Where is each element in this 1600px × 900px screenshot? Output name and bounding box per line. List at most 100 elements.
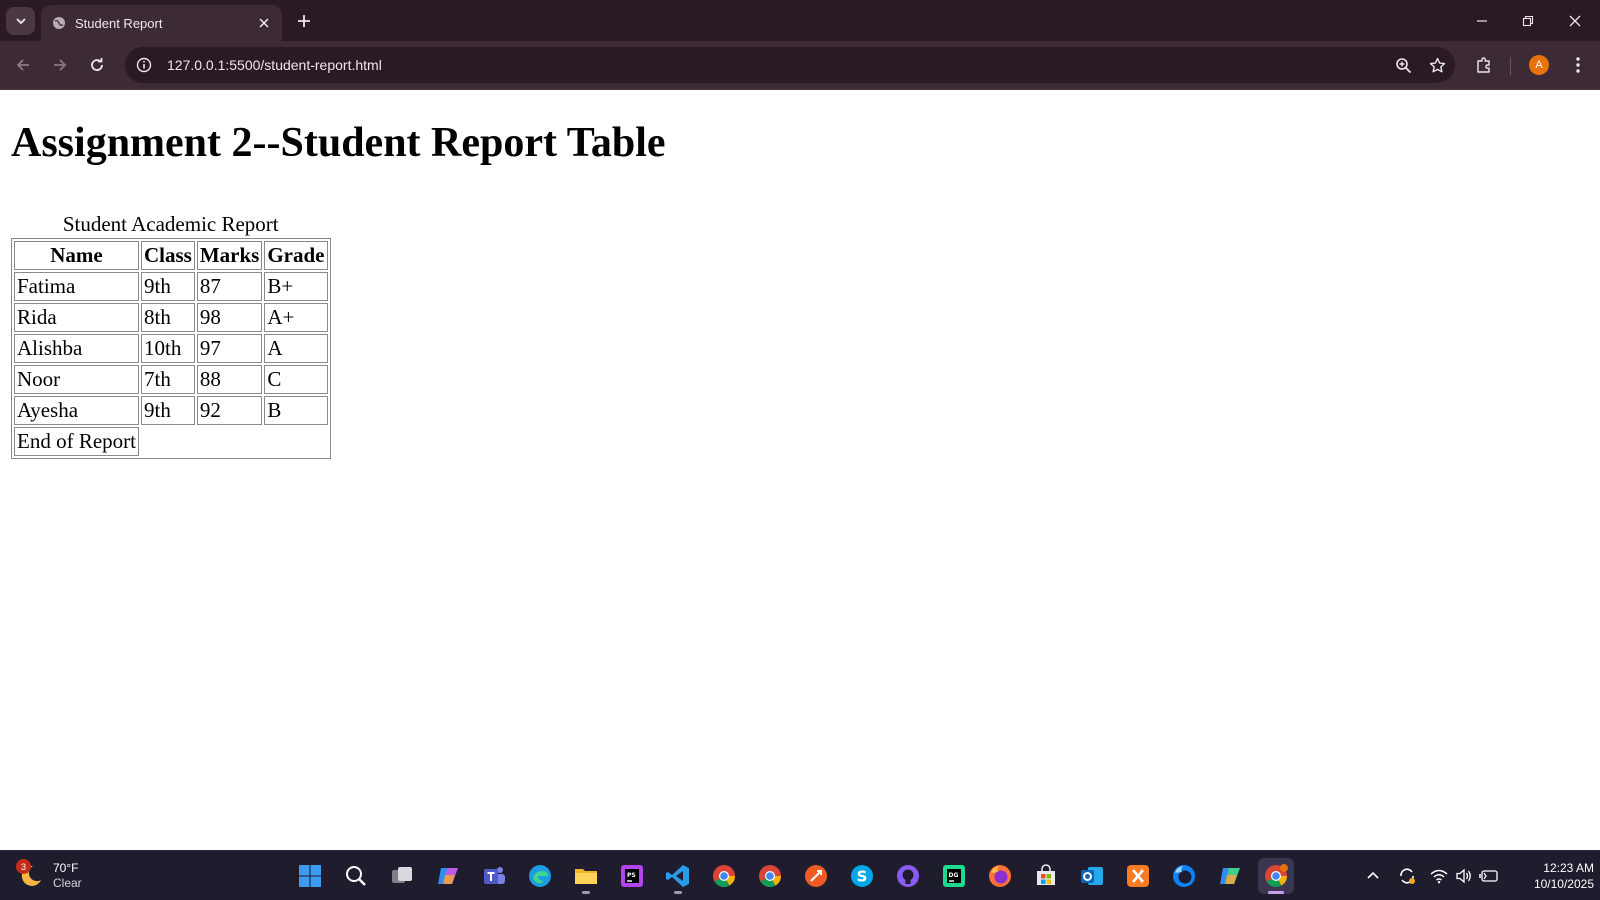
taskbar-app-skype[interactable]: S — [844, 858, 880, 894]
taskbar-app-microsoft-store[interactable] — [1028, 858, 1064, 894]
windows-logo-icon — [299, 865, 321, 887]
restore-window-button[interactable] — [1505, 0, 1551, 41]
taskbar-app-github-desktop[interactable] — [890, 858, 926, 894]
vscode-icon — [666, 865, 689, 887]
chrome-icon — [759, 865, 781, 887]
github-icon — [897, 865, 919, 887]
back-button[interactable] — [7, 49, 39, 81]
profile-button[interactable]: A — [1523, 49, 1555, 81]
more-vertical-icon — [1576, 57, 1580, 73]
cell-marks: 98 — [196, 303, 263, 332]
url-text: 127.0.0.1:5500/student-report.html — [167, 57, 382, 73]
table-header-row: Name Class Marks Grade — [14, 241, 328, 270]
tab-search-button[interactable] — [6, 7, 35, 35]
taskbar-app-datagrip[interactable]: DG — [936, 858, 972, 894]
cell-grade: B — [264, 396, 328, 425]
show-hidden-icons-button[interactable] — [1361, 863, 1385, 889]
taskbar-app-xampp[interactable] — [1120, 858, 1156, 894]
cell-class: 7th — [140, 365, 195, 394]
extensions-button[interactable] — [1468, 49, 1500, 81]
chevron-up-icon — [1367, 871, 1379, 879]
cell-grade: C — [264, 365, 328, 394]
page-title: Assignment 2--Student Report Table — [11, 120, 666, 166]
restore-icon — [1522, 15, 1534, 26]
firefox-icon — [989, 865, 1011, 887]
weather-condition: Clear — [53, 876, 82, 890]
battery-button[interactable] — [1477, 863, 1501, 889]
svg-text:PS: PS — [627, 872, 636, 879]
table-row: Fatima 9th 87 B+ — [14, 272, 328, 301]
table-row: Rida 8th 98 A+ — [14, 303, 328, 332]
cell-marks: 87 — [196, 272, 263, 301]
table-row: Ayesha 9th 92 B — [14, 396, 328, 425]
column-header-name: Name — [14, 241, 139, 270]
running-indicator — [1268, 891, 1284, 894]
cell-marks: 97 — [196, 334, 263, 363]
edge-icon — [529, 865, 551, 887]
system-clock[interactable]: 12:23 AM 10/10/2025 — [1508, 860, 1594, 892]
forward-button[interactable] — [44, 49, 76, 81]
site-info-button[interactable] — [128, 49, 160, 81]
bookmark-button[interactable] — [1421, 49, 1453, 81]
browser-toolbar: 127.0.0.1:5500/student-report.html A — [0, 41, 1600, 90]
moon-icon: 3 — [16, 859, 44, 889]
tab-title: Student Report — [75, 15, 163, 31]
taskbar-app-copilot[interactable] — [430, 858, 466, 894]
cell-class: 8th — [140, 303, 195, 332]
column-header-class: Class — [140, 241, 195, 270]
taskbar-app-chrome-active[interactable] — [1258, 858, 1294, 894]
browser-menu-button[interactable] — [1562, 49, 1594, 81]
taskbar-app-file-explorer[interactable] — [568, 858, 604, 894]
taskbar-app-copilot-m365[interactable] — [1212, 858, 1248, 894]
taskbar-app-edge[interactable] — [522, 858, 558, 894]
address-bar[interactable]: 127.0.0.1:5500/student-report.html — [125, 47, 1455, 83]
taskbar-app-chrome-profile[interactable] — [752, 858, 788, 894]
datagrip-icon: DG — [943, 865, 965, 887]
close-window-button[interactable] — [1552, 0, 1598, 41]
zoom-button[interactable] — [1387, 49, 1419, 81]
minimize-window-button[interactable] — [1459, 0, 1505, 41]
taskbar-app-chrome[interactable] — [706, 858, 742, 894]
taskbar-app-outlook[interactable] — [1074, 858, 1110, 894]
taskbar-app-phpstorm[interactable]: PS — [614, 858, 650, 894]
weather-temperature: 70°F — [53, 861, 79, 875]
column-header-grade: Grade — [264, 241, 328, 270]
weather-text: 70°F Clear — [53, 861, 82, 891]
search-icon — [346, 866, 366, 886]
taskbar-app-vscode[interactable] — [660, 858, 696, 894]
task-view-icon — [392, 867, 412, 883]
column-header-marks: Marks — [196, 241, 263, 270]
table-footer-row: End of Report — [14, 427, 328, 456]
cell-class: 10th — [140, 334, 195, 363]
outlook-icon — [1081, 867, 1103, 885]
taskbar-app-firefox[interactable] — [982, 858, 1018, 894]
cell-grade: A+ — [264, 303, 328, 332]
cell-marks: 92 — [196, 396, 263, 425]
cell-name: Noor — [14, 365, 139, 394]
volume-button[interactable] — [1452, 863, 1476, 889]
new-tab-button[interactable] — [291, 9, 317, 33]
network-button[interactable] — [1427, 863, 1451, 889]
tab-close-button[interactable] — [252, 11, 276, 35]
task-view-button[interactable] — [384, 858, 420, 894]
speaker-icon — [1456, 868, 1471, 884]
weather-widget[interactable]: 3 70°F Clear — [16, 857, 118, 895]
browser-tab-active[interactable]: Student Report — [41, 5, 282, 41]
minimize-icon — [1477, 19, 1487, 22]
windows-taskbar: 3 70°F Clear PS S DG 12:23 AM 10/10/2025 — [0, 850, 1600, 900]
taskbar-app-postman[interactable] — [798, 858, 834, 894]
reload-button[interactable] — [81, 49, 113, 81]
chevron-down-icon — [15, 18, 26, 25]
wifi-icon — [1430, 869, 1448, 884]
taskbar-app-teams[interactable] — [476, 858, 512, 894]
running-indicator — [674, 891, 682, 894]
start-button[interactable] — [292, 858, 328, 894]
cell-name: Rida — [14, 303, 139, 332]
copilot-icon — [438, 868, 458, 884]
taskbar-search-button[interactable] — [338, 858, 374, 894]
postman-icon — [805, 865, 827, 887]
taskbar-app-firefox-developer[interactable] — [1166, 858, 1202, 894]
svg-text:S: S — [857, 868, 868, 886]
table-caption: Student Academic Report — [62, 212, 279, 236]
sync-status-button[interactable] — [1395, 863, 1419, 889]
